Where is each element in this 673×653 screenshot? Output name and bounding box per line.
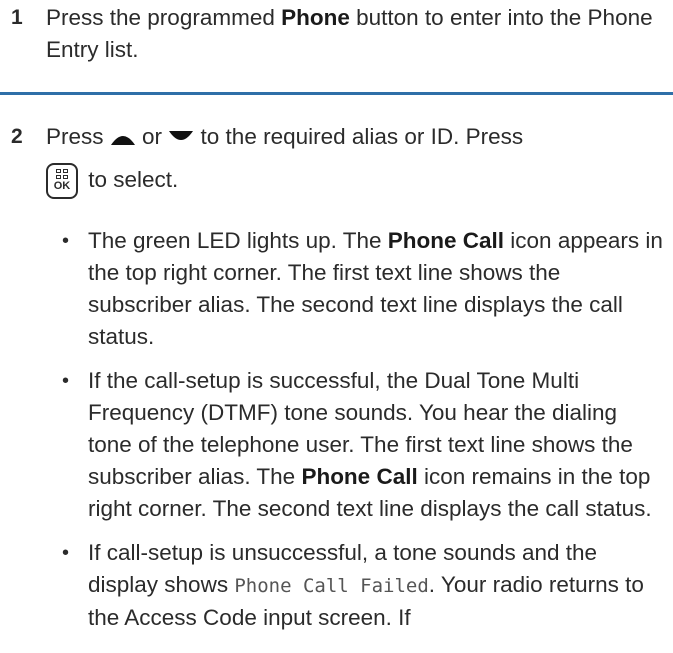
result-bullet-list: • The green LED lights up. The Phone Cal… [62, 225, 667, 646]
bullet-dot: • [62, 370, 70, 392]
step-1-text-part: Press the programmed [46, 5, 282, 30]
phone-call-icon-name: Phone Call [301, 464, 418, 489]
step-number: 1 [11, 6, 23, 29]
phone-call-icon-name: Phone Call [387, 228, 505, 253]
bullet-dot: • [62, 230, 70, 252]
bullet-text: The green LED lights up. The [88, 228, 388, 253]
list-item: • If call-setup is unsuccessful, a tone … [62, 537, 667, 634]
step-2-text-part: or [135, 124, 169, 149]
phone-button-name: Phone [281, 5, 350, 30]
ok-key-label: OK [53, 180, 71, 192]
step-2-text-part: to select. [82, 166, 179, 192]
step-1-text: Press the programmed Phone button to ent… [46, 2, 666, 66]
bullet-dot: • [62, 542, 70, 564]
menu-ok-key-icon: OK [46, 163, 78, 199]
triangle-up-icon [110, 136, 135, 146]
section-divider [0, 92, 673, 95]
list-item: • If the call-setup is successful, the D… [62, 365, 667, 525]
step-2-text-part: to the required alias or ID. Press [194, 124, 524, 149]
display-message: Phone Call Failed [234, 575, 429, 597]
step-2-text: Press or to the required alias or ID. Pr… [46, 121, 666, 199]
triangle-down-icon [169, 131, 194, 141]
list-item: • The green LED lights up. The Phone Cal… [62, 225, 667, 353]
step-2-text-part: Press [46, 124, 110, 149]
step-number: 2 [11, 125, 23, 148]
